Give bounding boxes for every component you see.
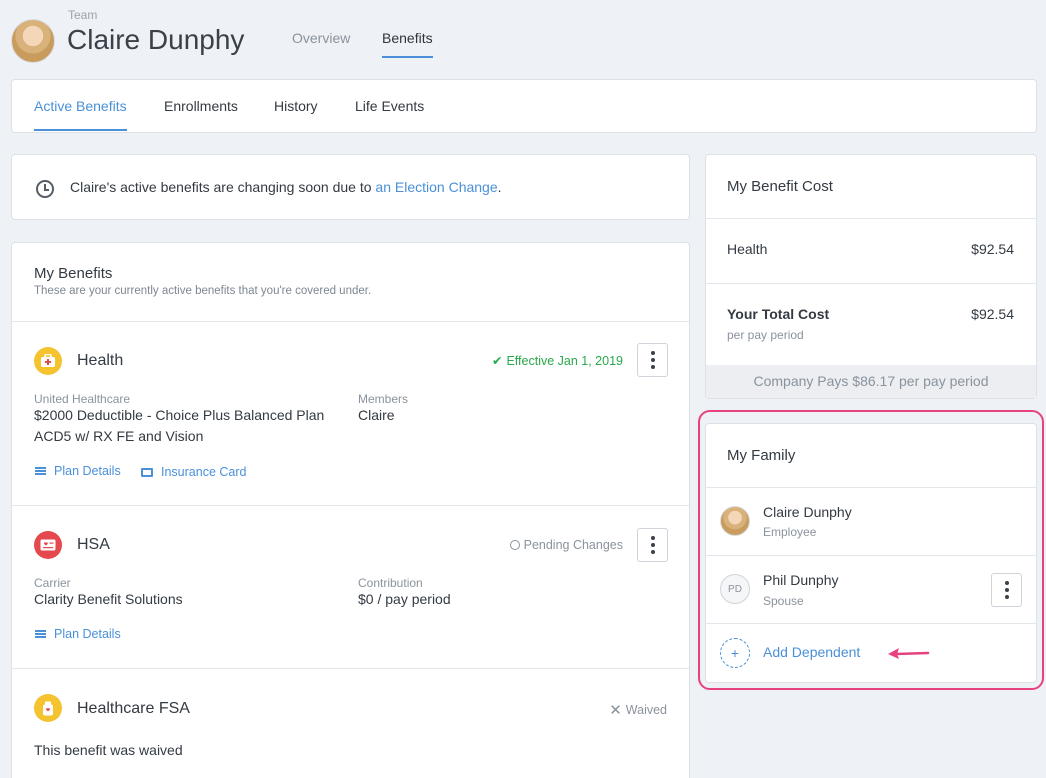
clock-icon [36,180,54,198]
carrier-value: Clarity Benefit Solutions [34,591,183,607]
total-cost-value: $92.54 [971,306,1014,322]
tab-enrollments[interactable]: Enrollments [164,98,238,129]
status-badge: ✔ Effective Jan 1, 2019 [491,353,623,369]
status-badge: ✕ Waived [609,701,667,719]
status-text: Waived [625,703,667,717]
health-kit-icon [34,347,62,375]
insurance-card-link[interactable]: Insurance Card [141,465,246,479]
total-cost-label: Your Total Cost [727,306,830,322]
hsa-plan-details-link[interactable]: Plan Details [35,627,121,641]
election-change-notice: Claire's active benefits are changing so… [11,154,690,220]
divider [12,668,689,669]
plan-name-line-1: $2000 Deductible - Choice Plus Balanced … [34,407,325,423]
plan-name-line-2: ACD5 w/ RX FE and Vision [34,428,204,444]
tab-active-benefits[interactable]: Active Benefits [34,98,127,131]
clock-icon [509,540,520,550]
annotation-arrow-icon [888,648,930,659]
my-benefits-subtitle: These are your currently active benefits… [34,285,372,297]
link-label: Plan Details [54,627,121,641]
hsa-card-icon [34,531,62,559]
benefit-name-hsa: HSA [77,536,110,553]
carrier-label: United Healthcare [34,392,131,406]
waived-note: This benefit was waived [34,742,183,758]
members-label: Members [358,392,409,406]
benefit-cost-card: My Benefit Cost Health $92.54 Your Total… [705,154,1037,399]
family-member-name: Claire Dunphy [763,504,852,520]
avatar [11,19,55,63]
my-benefits-title: My Benefits [34,265,113,282]
contribution-value: $0 / pay period [358,591,451,607]
divider [706,218,1036,219]
benefits-subtabs: Active Benefits Enrollments History Life… [11,79,1037,133]
divider [706,623,1036,624]
family-member-role: Employee [763,525,817,539]
team-label: Team [68,8,98,22]
cost-row-value: $92.54 [971,241,1014,257]
members-value: Claire [358,407,395,423]
contribution-label: Contribution [358,576,423,590]
family-member-more-button[interactable] [991,573,1022,607]
carrier-label: Carrier [34,576,71,590]
my-benefits-card: My Benefits These are your currently act… [11,242,690,778]
add-dependent-link[interactable]: Add Dependent [763,642,860,663]
notice-suffix: . [497,179,502,195]
divider [706,487,1036,488]
divider [706,555,1036,556]
divider [706,283,1036,284]
link-label: Plan Details [54,464,121,478]
company-pays-bar: Company Pays $86.17 per pay period [706,365,1036,398]
tab-benefits[interactable]: Benefits [382,30,433,58]
status-text: Effective Jan 1, 2019 [506,353,623,368]
tab-life-events[interactable]: Life Events [355,98,424,129]
avatar [720,506,750,536]
health-plan-details-link[interactable]: Plan Details [35,464,121,478]
card-icon [141,467,153,477]
election-change-link[interactable]: an Election Change [375,179,497,195]
avatar-initials: PD [720,574,750,604]
add-icon[interactable]: + [720,638,750,668]
family-member-role: Spouse [763,594,804,608]
benefit-name-health: Health [77,352,124,369]
fsa-bottle-icon [34,694,62,722]
close-icon: ✕ [609,702,622,719]
divider [12,321,689,322]
page-header: Team Claire Dunphy Overview Benefits [0,0,1046,70]
list-icon [35,630,46,638]
benefit-cost-title: My Benefit Cost [727,178,833,195]
link-label: Insurance Card [161,465,247,479]
status-text: Pending Changes [523,538,623,552]
notice-text: Claire's active benefits are changing so… [70,179,502,195]
status-badge: Pending Changes [509,538,623,552]
health-more-button[interactable] [637,343,668,377]
list-icon [35,467,46,475]
my-family-title: My Family [727,447,796,464]
total-cost-period: per pay period [727,328,804,342]
family-member-name: Phil Dunphy [763,572,839,588]
page-title: Claire Dunphy [67,24,245,55]
benefit-name-fsa: Healthcare FSA [77,700,190,717]
hsa-more-button[interactable] [637,528,668,562]
cost-row-label: Health [727,241,768,257]
divider [12,505,689,506]
my-family-card: My Family Claire Dunphy Employee PD Phil… [705,423,1037,683]
check-icon: ✔ [491,354,503,368]
tab-overview[interactable]: Overview [292,30,350,56]
tab-history[interactable]: History [274,98,318,129]
notice-message: Claire's active benefits are changing so… [70,179,376,195]
